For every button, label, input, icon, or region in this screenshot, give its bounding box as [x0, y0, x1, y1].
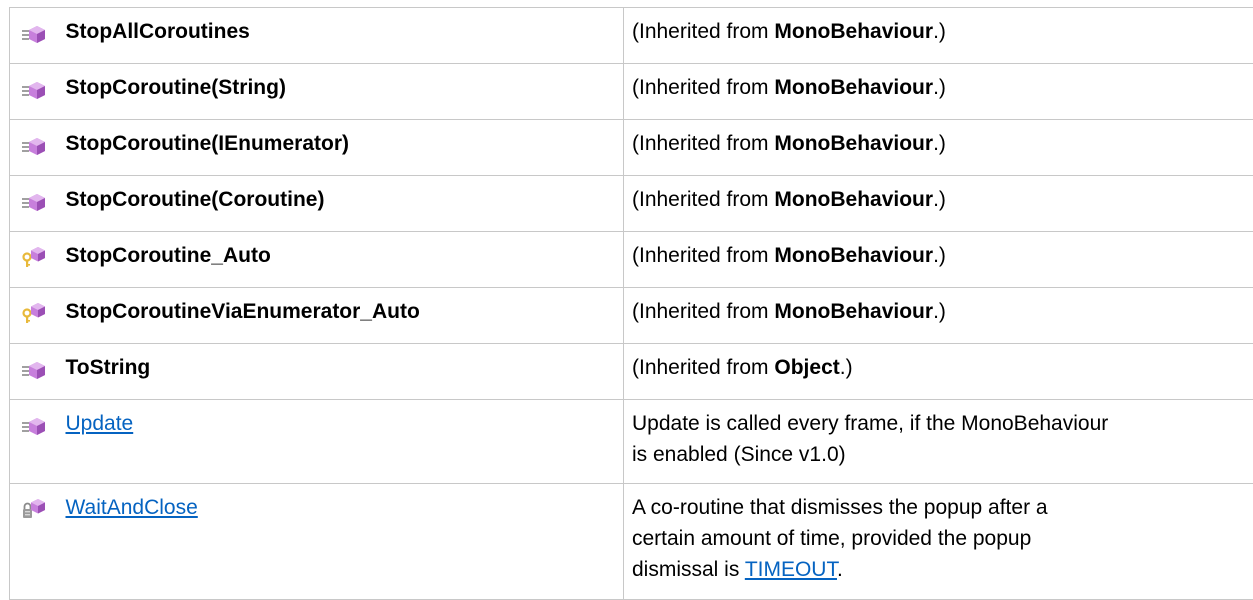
update-link[interactable]: Update [66, 412, 134, 435]
inherited-class: MonoBehaviour [774, 244, 933, 267]
table-row: StopAllCoroutines (Inherited from MonoBe… [10, 8, 1253, 64]
inherited-class: MonoBehaviour [774, 20, 933, 43]
member-description: (Inherited from MonoBehaviour.) [624, 288, 1253, 344]
table-row: StopCoroutineViaEnumerator_Auto (Inherit… [10, 288, 1253, 344]
waitandclose-link[interactable]: WaitAndClose [66, 496, 198, 519]
member-description: (Inherited from MonoBehaviour.) [624, 8, 1253, 64]
table-row: Update Update is called every frame, if … [10, 400, 1253, 484]
member-name: StopCoroutine(IEnumerator) [58, 120, 624, 176]
members-table: StopAllCoroutines (Inherited from MonoBe… [9, 7, 1253, 600]
public-method-icon [21, 189, 47, 213]
member-name: StopCoroutine(Coroutine) [58, 176, 624, 232]
icon-cell [10, 344, 58, 400]
member-name: StopCoroutineViaEnumerator_Auto [58, 288, 624, 344]
internal-method-icon [21, 301, 47, 325]
table-row: StopCoroutine(String) (Inherited from Mo… [10, 64, 1253, 120]
member-description: (Inherited from Object.) [624, 344, 1253, 400]
table-row: StopCoroutine_Auto (Inherited from MonoB… [10, 232, 1253, 288]
icon-cell [10, 120, 58, 176]
member-name: StopCoroutine_Auto [58, 232, 624, 288]
table-row: StopCoroutine(IEnumerator) (Inherited fr… [10, 120, 1253, 176]
table-row: ToString (Inherited from Object.) [10, 344, 1253, 400]
member-name: StopAllCoroutines [58, 8, 624, 64]
icon-cell [10, 176, 58, 232]
member-description: A co-routine that dismisses the popup af… [624, 484, 1253, 600]
icon-cell [10, 400, 58, 484]
icon-cell [10, 484, 58, 600]
member-description: (Inherited from MonoBehaviour.) [624, 232, 1253, 288]
private-method-icon [21, 497, 47, 521]
public-method-icon [21, 413, 47, 437]
inherited-class: Object [774, 356, 839, 379]
internal-method-icon [21, 245, 47, 269]
inherited-class: MonoBehaviour [774, 132, 933, 155]
public-method-icon [21, 357, 47, 381]
member-name: ToString [58, 344, 624, 400]
timeout-link[interactable]: TIMEOUT [745, 558, 837, 581]
public-method-icon [21, 21, 47, 45]
member-name: Update [58, 400, 624, 484]
table-row: StopCoroutine(Coroutine) (Inherited from… [10, 176, 1253, 232]
icon-cell [10, 64, 58, 120]
icon-cell [10, 8, 58, 64]
member-name: WaitAndClose [58, 484, 624, 600]
member-description: (Inherited from MonoBehaviour.) [624, 176, 1253, 232]
public-method-icon [21, 133, 47, 157]
member-description: (Inherited from MonoBehaviour.) [624, 64, 1253, 120]
inherited-class: MonoBehaviour [774, 300, 933, 323]
member-name: StopCoroutine(String) [58, 64, 624, 120]
member-description: Update is called every frame, if the Mon… [624, 400, 1253, 484]
member-description: (Inherited from MonoBehaviour.) [624, 120, 1253, 176]
icon-cell [10, 288, 58, 344]
table-row: WaitAndClose A co-routine that dismisses… [10, 484, 1253, 600]
public-method-icon [21, 77, 47, 101]
inherited-class: MonoBehaviour [774, 188, 933, 211]
inherited-class: MonoBehaviour [774, 76, 933, 99]
icon-cell [10, 232, 58, 288]
